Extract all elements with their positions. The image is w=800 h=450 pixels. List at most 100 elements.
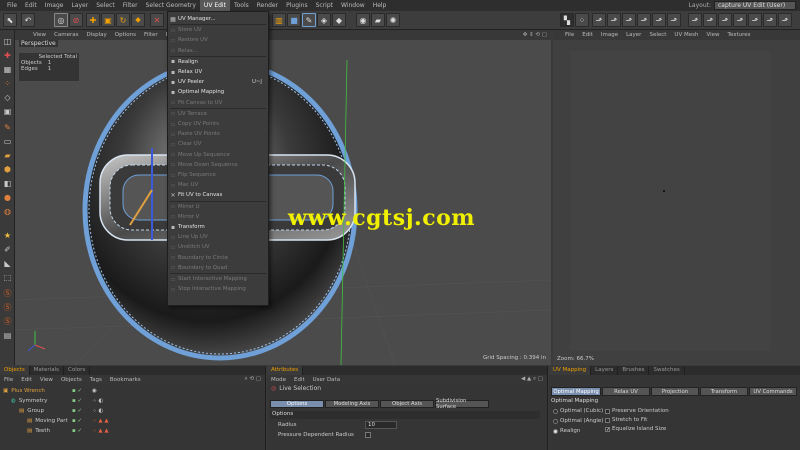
uv-edit-8-icon[interactable]: ⬏	[703, 13, 717, 27]
obj-menu-file[interactable]: File	[0, 377, 17, 383]
cube-icon[interactable]: ■	[287, 13, 301, 27]
uv-menu-item-optimal-mapping[interactable]: ▪ Optimal Mapping	[168, 87, 268, 97]
checker-icon[interactable]: ▚	[560, 13, 574, 27]
vp-menu-cameras[interactable]: Cameras	[50, 32, 82, 38]
menu-uv-edit[interactable]: UV Edit	[199, 0, 230, 11]
menu-file[interactable]: File	[3, 0, 21, 11]
deformer-icon[interactable]: ◆	[332, 13, 346, 27]
uv-editor-view[interactable]	[553, 40, 800, 365]
render-region-icon[interactable]: ▥	[272, 13, 286, 27]
light-icon[interactable]: ✺	[386, 13, 400, 27]
camera-icon[interactable]: ▰	[371, 13, 385, 27]
uv-menu-select[interactable]: Select	[645, 32, 670, 38]
uv-menu-item-mirror-u[interactable]: ▫ Mirror U	[168, 202, 268, 212]
uv-menu-item-relax-uv[interactable]: ▪ Relax UV	[168, 67, 268, 77]
radio-optimal-cubic[interactable]: Optimal (Cubic)	[553, 408, 603, 414]
uv-menu-image[interactable]: Image	[597, 32, 622, 38]
tab-brushes[interactable]: Brushes	[618, 366, 650, 375]
menu-help[interactable]: Help	[369, 0, 391, 11]
radius-input[interactable]: 10	[365, 421, 397, 429]
recent-tool-icon[interactable]: ⬥	[131, 13, 145, 27]
lock-icon[interactable]: ▤	[2, 330, 13, 341]
radio-dot[interactable]	[553, 418, 558, 424]
eyedropper-icon[interactable]: ✐	[2, 244, 13, 255]
uv-menu-item-relax[interactable]: ▫ Relax...	[168, 46, 268, 56]
uv-menu-item-transform[interactable]: ▪ Transform	[168, 222, 268, 232]
radio-dot[interactable]	[553, 408, 558, 414]
tab-materials[interactable]: Materials	[30, 366, 64, 375]
obj-menu-tags[interactable]: Tags	[86, 377, 106, 383]
transform-icon[interactable]: ⬚	[2, 272, 13, 283]
attr-menu-edit[interactable]: Edit	[290, 377, 309, 383]
checkbox[interactable]	[605, 408, 610, 414]
uv-edit-3-icon[interactable]: ⬏	[622, 13, 636, 27]
menu-plugins[interactable]: Plugins	[282, 0, 312, 11]
uv-edit-6-icon[interactable]: ⬏	[667, 13, 681, 27]
tab-uv-mapping[interactable]: UV Mapping	[549, 366, 592, 375]
scene-icon[interactable]: ◉	[356, 13, 370, 27]
snap-s2-icon[interactable]: Ⓢ	[2, 302, 13, 313]
snap-s1-icon[interactable]: Ⓢ	[2, 288, 13, 299]
tab-objects[interactable]: Objects	[0, 366, 30, 375]
perspective-viewport[interactable]	[15, 40, 551, 365]
drop-icon[interactable]: ●	[2, 192, 13, 203]
uv-menu-view[interactable]: View	[702, 32, 723, 38]
tab-attributes[interactable]: Attributes	[267, 366, 304, 375]
attr-tab-modeling-axis[interactable]: Modeling Axis	[325, 400, 379, 408]
layout-dropdown[interactable]: capture UV Edit (User)	[714, 1, 796, 10]
no-entry-icon[interactable]: ⊘	[69, 13, 83, 27]
uv-menu-layer[interactable]: Layer	[622, 32, 645, 38]
live-selection-icon[interactable]: ◎	[54, 13, 68, 27]
uv-edit-11-icon[interactable]: ⬏	[748, 13, 762, 27]
make-editable-icon[interactable]: ◫	[2, 36, 13, 47]
uv-menu-item-store-uv[interactable]: ▫ Store UV	[168, 25, 268, 35]
pen-icon[interactable]: ✎	[302, 13, 316, 27]
uv-edit-13-icon[interactable]: ⬏	[778, 13, 792, 27]
uv-subtab-uv-commands[interactable]: UV Commands	[749, 387, 797, 396]
clone-icon[interactable]: ⬢	[2, 164, 13, 175]
menu-edit[interactable]: Edit	[21, 0, 41, 11]
attr-nav-icons[interactable]: ◀ ▲ ⌕ ▢	[517, 376, 547, 383]
visibility-toggle[interactable]: ▪ ✓	[72, 408, 82, 414]
uv-menu-item-mac-uv[interactable]: ▫ Mac UV	[168, 180, 268, 190]
object-row[interactable]: ▤ Group ▪ ✓ ⁘ ◐	[0, 406, 266, 416]
uv-subtab-projection[interactable]: Projection	[651, 387, 699, 396]
uv-menu-item-start-interactive-mapping[interactable]: ▫ Start Interactive Mapping	[168, 274, 268, 284]
uv-menu-item-line-up-uv[interactable]: ▫ Line Up UV	[168, 232, 268, 242]
menu-render[interactable]: Render	[253, 0, 282, 11]
visibility-toggle[interactable]: ▪ ✓	[72, 418, 82, 424]
object-row[interactable]: ◍ Symmetry ▪ ✓ ⁘ ◐	[0, 396, 266, 406]
uv-menu-textures[interactable]: Textures	[724, 32, 755, 38]
uv-edit-5-icon[interactable]: ⬏	[652, 13, 666, 27]
subdivide-icon[interactable]: ◈	[317, 13, 331, 27]
radio-optimal-angle[interactable]: Optimal (Angle)	[553, 418, 603, 424]
workplane-icon[interactable]: ▦	[2, 64, 13, 75]
uv-menu-item-boundary-to-quad[interactable]: ▫ Boundary to Quad	[168, 263, 268, 273]
attr-tab-options[interactable]: Options	[270, 400, 324, 408]
rotate-icon[interactable]: ↻	[116, 13, 130, 27]
object-tags[interactable]: ⁘ ▲ ▲	[92, 418, 109, 424]
object-row[interactable]: ▤ Teeth ▪ ✓ ⁘ ▲ ▲	[0, 426, 266, 436]
uv-edit-2-icon[interactable]: ⬏	[607, 13, 621, 27]
checkbox[interactable]	[605, 417, 610, 423]
attr-menu-user-data[interactable]: User Data	[309, 377, 344, 383]
scale-icon[interactable]: ▣	[101, 13, 115, 27]
obj-menu-edit[interactable]: Edit	[17, 377, 36, 383]
menu-layer[interactable]: Layer	[67, 0, 92, 11]
uv-edit-9-icon[interactable]: ⬏	[718, 13, 732, 27]
attr-menu-mode[interactable]: Mode	[267, 377, 290, 383]
vp-menu-display[interactable]: Display	[83, 32, 111, 38]
uv-menu-item-move-up-sequence[interactable]: ▫ Move Up Sequence	[168, 150, 268, 160]
object-tags[interactable]: ⁘ ▲ ▲	[92, 428, 109, 434]
menu-filter[interactable]: Filter	[119, 0, 142, 11]
points-mode-icon[interactable]: ⁘	[2, 78, 13, 89]
uv-edit-10-icon[interactable]: ⬏	[733, 13, 747, 27]
uv-menu-item-uv-terrace[interactable]: ▫ UV Terrace	[168, 109, 268, 119]
uv-menu-item-move-down-sequence[interactable]: ▫ Move Down Sequence	[168, 160, 268, 170]
object-row[interactable]: ▣ Plus Wrench ▪ ✓ ◉	[0, 386, 266, 396]
vp-nav-icons[interactable]: ✥ ⇕ ⟲ ▢	[519, 32, 551, 38]
gradient-icon[interactable]: ◧	[2, 178, 13, 189]
tab-colors[interactable]: Colors	[64, 366, 91, 375]
select-arrow-icon[interactable]: ⬉	[3, 13, 17, 27]
radio-dot[interactable]	[553, 428, 558, 434]
